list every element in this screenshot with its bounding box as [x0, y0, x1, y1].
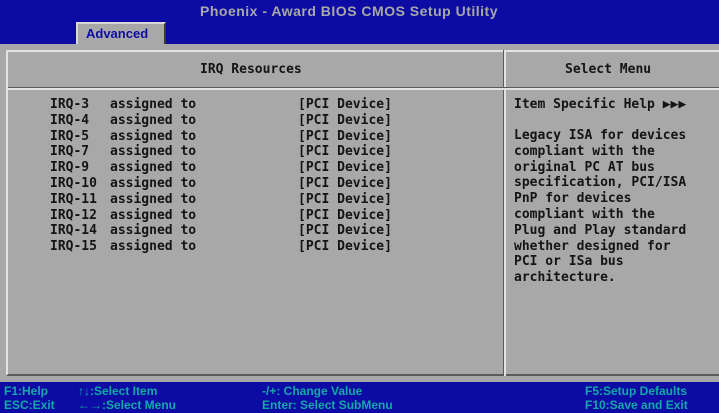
irq-value[interactable]: [PCI Device]	[298, 97, 392, 112]
tab-advanced[interactable]: Advanced	[76, 22, 166, 44]
irq-assign-label: assigned to	[110, 97, 197, 112]
irq-assign-label: assigned to	[110, 207, 197, 223]
irq-label: IRQ-5	[50, 128, 90, 144]
irq-label: IRQ-9	[50, 160, 90, 176]
select-submenu-key: Enter: Select SubMenu	[262, 398, 393, 412]
irq-assign-label: assigned to	[110, 191, 197, 207]
irq-assign-label: assigned to	[110, 144, 197, 160]
irq-value[interactable]: [PCI Device]	[298, 239, 392, 254]
irq-label: IRQ-4	[50, 112, 90, 128]
item-specific-help-heading: Item Specific Help ▶▶▶	[514, 97, 687, 112]
key-legend-bar: F1:Help ESC:Exit ↑↓:Select Item ←→:Selec…	[0, 382, 719, 413]
f5-setup-defaults-key: F5:Setup Defaults	[585, 384, 688, 398]
irq-value[interactable]: [PCI Device]	[298, 113, 392, 128]
irq-assign-label: assigned to	[110, 239, 197, 255]
irq-label: IRQ-7	[50, 144, 90, 160]
select-menu-title: Select Menu	[565, 62, 652, 77]
panel-divider-horizontal	[8, 87, 719, 90]
irq-assign-label: assigned to	[110, 223, 197, 239]
help-text: Legacy ISA for devices compliant with th…	[514, 128, 687, 286]
irq-value[interactable]: [PCI Device]	[298, 160, 392, 175]
select-menu-key: ←→:Select Menu	[78, 398, 177, 412]
irq-label: IRQ-15	[50, 239, 97, 255]
f1-help-key: F1:Help	[4, 384, 49, 398]
irq-label: IRQ-3	[50, 97, 90, 112]
tab-advanced-label: Advanced	[86, 26, 149, 41]
app-title: Phoenix - Award BIOS CMOS Setup Utility	[200, 3, 498, 19]
irq-resources-title: IRQ Resources	[200, 62, 302, 77]
esc-exit-key: ESC:Exit	[4, 398, 55, 412]
irq-value[interactable]: [PCI Device]	[298, 192, 392, 207]
irq-value[interactable]: [PCI Device]	[298, 176, 392, 191]
select-item-key: ↑↓:Select Item	[78, 384, 158, 398]
irq-value[interactable]: [PCI Device]	[298, 208, 392, 223]
irq-label: IRQ-12	[50, 207, 97, 223]
irq-value[interactable]: [PCI Device]	[298, 144, 392, 159]
f10-save-exit-key: F10:Save and Exit	[585, 398, 688, 412]
panel-divider-vertical	[503, 50, 506, 376]
change-value-key: -/+: Change Value	[262, 384, 363, 398]
irq-label: IRQ-14	[50, 223, 97, 239]
irq-assign-label: assigned to	[110, 128, 197, 144]
irq-label: IRQ-11	[50, 191, 97, 207]
irq-assign-label: assigned to	[110, 160, 197, 176]
irq-assign-label: assigned to	[110, 112, 197, 128]
irq-value[interactable]: [PCI Device]	[298, 223, 392, 238]
irq-value[interactable]: [PCI Device]	[298, 129, 392, 144]
irq-assign-label: assigned to	[110, 175, 197, 191]
irq-label: IRQ-10	[50, 175, 97, 191]
